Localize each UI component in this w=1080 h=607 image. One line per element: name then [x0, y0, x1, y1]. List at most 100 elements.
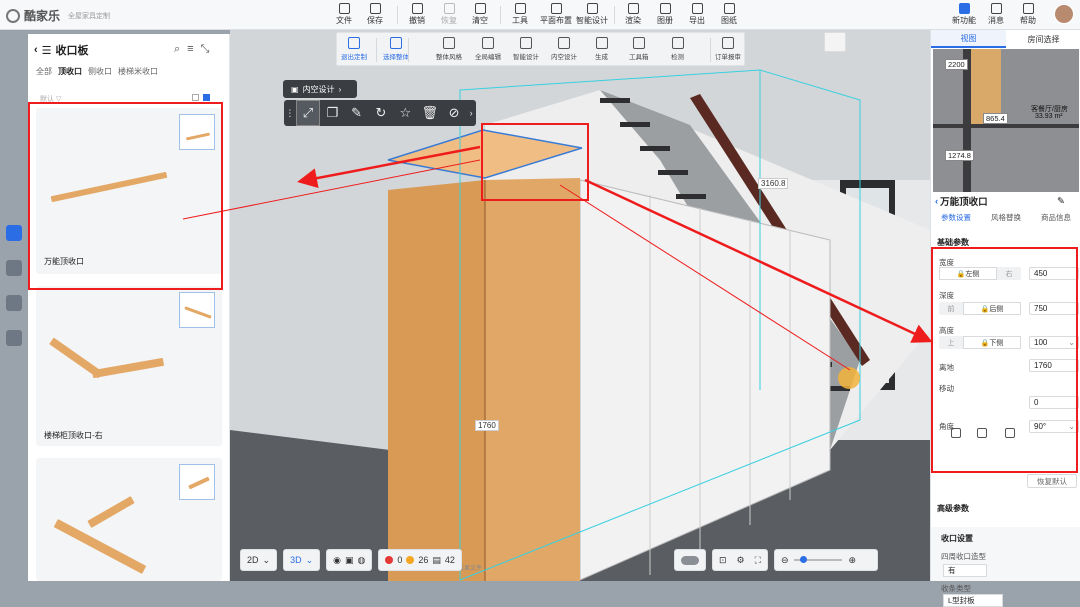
library-item-stair-cabinet-trim[interactable]: 楼梯柜顶收口-右 — [36, 286, 222, 446]
reset-default-button[interactable]: 恢复默认 — [1027, 474, 1077, 488]
album-button[interactable]: 图册 — [657, 3, 673, 28]
advanced-params-title[interactable]: 高级参数 — [937, 503, 969, 514]
tab-top-trim[interactable]: 顶收口 — [58, 66, 82, 77]
rotate-icon[interactable]: ↻ — [369, 100, 393, 126]
more-icon[interactable]: › — [466, 100, 476, 126]
fullscreen-icon[interactable]: ⛶ — [755, 555, 761, 566]
star-icon[interactable]: ☆ — [393, 100, 417, 126]
delete-icon[interactable]: 🗑 — [418, 100, 442, 126]
exit-customize-button[interactable]: 退出定制 — [341, 37, 367, 61]
eye-icon[interactable]: ◉ — [333, 555, 341, 566]
depth-anchor-segment[interactable]: 前 🔒 后侧 — [939, 302, 1021, 315]
view-2d-button[interactable]: 2D ⌄ — [240, 549, 278, 571]
zoom-out-icon[interactable]: ⊖ — [781, 555, 789, 566]
zoom-slider[interactable] — [794, 556, 843, 563]
clipboard-button[interactable] — [824, 32, 846, 52]
help-button[interactable]: 帮助 — [1020, 3, 1036, 26]
tools-button[interactable]: 工具 — [512, 3, 528, 28]
back-icon[interactable]: ‹ — [34, 44, 38, 56]
minimap[interactable]: 2200 865.4 1274.8 客餐厅/厨房 33.93 m² — [933, 49, 1079, 192]
tab-product-info[interactable]: 商品信息 — [1031, 212, 1080, 228]
copy-icon[interactable]: ❐ — [320, 100, 344, 126]
chevron-left-icon[interactable]: ‹ — [935, 196, 938, 207]
avatar[interactable] — [1054, 4, 1074, 24]
sort-dropdown[interactable]: 默认 ▽ — [40, 94, 61, 104]
zoom-slider-thumb[interactable] — [800, 556, 808, 563]
library-item-third[interactable] — [36, 458, 222, 581]
library-item-universal-top-trim[interactable]: 万能顶收口 — [36, 108, 222, 274]
item-thumbnail — [179, 464, 215, 500]
move-swap-icon[interactable] — [1005, 428, 1015, 438]
grid-view-icon[interactable] — [192, 94, 199, 101]
new-feature-button[interactable]: 新功能 — [952, 3, 976, 26]
move-input[interactable]: 0 — [1029, 396, 1079, 409]
zoom-in-icon[interactable]: ⊕ — [848, 555, 856, 566]
smart-design-button[interactable]: 智能设计 — [576, 3, 608, 28]
height-up-option[interactable]: 上 — [939, 336, 963, 349]
compass-icon[interactable]: ◍ — [358, 555, 366, 566]
check-button[interactable]: 检测 — [671, 37, 684, 61]
drag-handle-icon[interactable]: ⋮ — [284, 100, 296, 126]
elevation-input[interactable]: 1760 — [1029, 359, 1079, 372]
width-anchor-segment[interactable]: 🔒 左侧 右 — [939, 267, 1021, 280]
height-anchor-segment[interactable]: 上 🔒 下侧 — [939, 336, 1021, 349]
tab-side-trim[interactable]: 侧收口 — [88, 66, 112, 77]
edge-shape-select[interactable]: 有 — [943, 564, 987, 577]
move-copy-icon[interactable] — [977, 428, 987, 438]
export-button[interactable]: 导出 — [689, 3, 705, 28]
transform-icon[interactable]: ⤢ — [295, 100, 321, 126]
issue-counter[interactable]: 0 26 ▤ 42 — [378, 549, 462, 571]
undo-button[interactable]: 撤销 — [409, 3, 425, 28]
inner-design-button[interactable]: 内空设计 — [551, 37, 577, 61]
file-button[interactable]: 文件 — [336, 3, 352, 28]
depth-front-option[interactable]: 前 — [939, 302, 963, 315]
order-review-button[interactable]: 订单报审 — [715, 37, 741, 61]
height-down-option[interactable]: 🔒 下侧 — [963, 336, 1021, 349]
clear-button[interactable]: 清空 — [472, 3, 488, 28]
tab-param-settings[interactable]: 参数设置 — [931, 212, 981, 228]
redo-button[interactable]: 恢复 — [441, 3, 457, 28]
bus-icon[interactable] — [6, 330, 22, 346]
filter-icon[interactable]: ≡ — [187, 43, 193, 56]
depth-back-option[interactable]: 🔒 后侧 — [963, 302, 1021, 315]
hide-icon[interactable]: ⊘ — [442, 100, 466, 126]
message-button[interactable]: 消息 — [988, 3, 1004, 26]
app-logo[interactable]: 酷家乐 全屋家具定制 — [6, 7, 110, 24]
crown-icon[interactable] — [6, 260, 22, 276]
tab-room-select[interactable]: 房间选择 — [1006, 30, 1080, 48]
floorplan-button[interactable]: 平面布置 — [540, 3, 572, 28]
paint-icon[interactable]: ✎ — [344, 100, 368, 126]
save-button[interactable]: 保存 — [367, 3, 383, 28]
render-button[interactable]: 渲染 — [625, 3, 641, 28]
select-all-button[interactable]: 选择整体 — [383, 37, 409, 61]
measure-icon[interactable]: ⊡ — [719, 555, 727, 566]
catalog-icon[interactable] — [6, 225, 22, 241]
toggle-switch[interactable] — [674, 549, 706, 571]
global-edit-button[interactable]: 全局编辑 — [475, 37, 501, 61]
overall-style-button[interactable]: 整体风格 — [436, 37, 462, 61]
toolbox-button[interactable]: 工具箱 — [629, 37, 649, 61]
user-icon[interactable] — [6, 295, 22, 311]
height-input[interactable]: 100 ⌄ — [1029, 336, 1079, 349]
generate-button[interactable]: 生成 — [595, 37, 608, 61]
edit-icon[interactable]: ✎ — [1057, 196, 1065, 207]
inner-design-tag[interactable]: ▣ 内空设计 › — [283, 80, 357, 98]
large-view-icon[interactable] — [203, 94, 210, 101]
search-icon[interactable]: ⌕ — [174, 43, 180, 56]
tab-view[interactable]: 视图 — [931, 30, 1006, 48]
drawings-button[interactable]: 图纸 — [721, 3, 737, 28]
depth-input[interactable]: 750 — [1029, 302, 1079, 315]
angle-input[interactable]: 90° ⌄ — [1029, 420, 1079, 433]
width-input[interactable]: 450 — [1029, 267, 1079, 280]
view-3d-button[interactable]: 3D ⌄ — [283, 549, 321, 571]
tab-style-replace[interactable]: 风格替换 — [981, 212, 1031, 228]
collapse-icon[interactable]: ⤡ — [201, 43, 210, 56]
smart-design-sub-button[interactable]: 智能设计 — [513, 37, 539, 61]
width-right-option[interactable]: 右 — [997, 267, 1021, 280]
settings-icon[interactable]: ⚙ — [737, 555, 745, 566]
width-left-option[interactable]: 🔒 左侧 — [939, 267, 997, 280]
tab-stair-trim[interactable]: 楼梯米收口 — [118, 66, 158, 77]
tab-all[interactable]: 全部 — [36, 66, 52, 77]
cube-icon[interactable]: ▣ — [345, 555, 354, 566]
edge-type-select[interactable]: L型封板 — [943, 594, 1003, 607]
